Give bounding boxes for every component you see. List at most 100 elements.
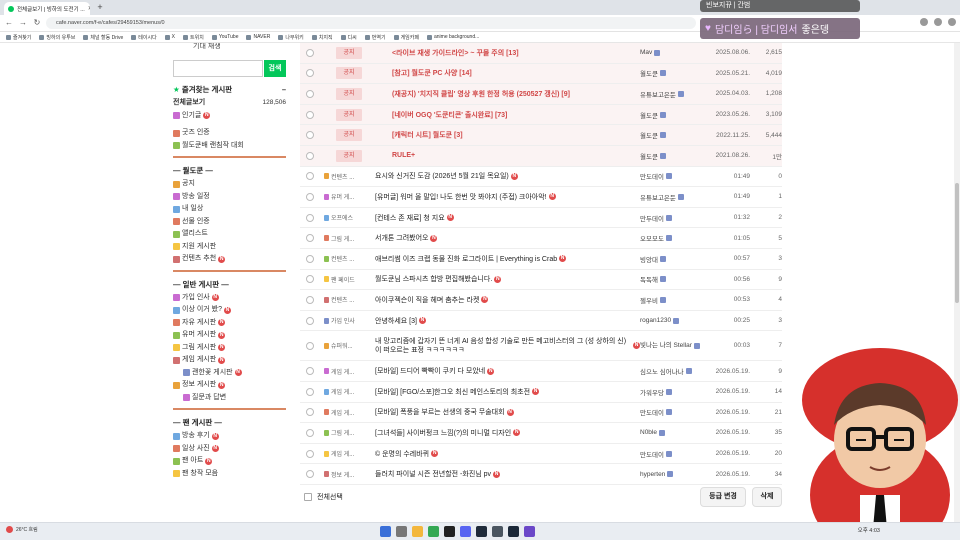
post-category[interactable]: 슈퍼워... [320,341,375,350]
notice-row[interactable]: 공지 RULE+ 월도쿤 2021.08.26. 1만 [300,146,782,167]
post-category[interactable]: 정보 게... [320,470,375,479]
row-radio[interactable] [306,69,314,78]
chrome-icon[interactable] [428,526,439,537]
sidebar-menu-item[interactable]: 공지 [173,178,286,191]
sidebar-menu-item[interactable]: 방송 일정 [173,191,286,204]
browser-tab[interactable]: 전체글보기 | 빙하의 도전기 ... ✕ [4,2,90,15]
bookmark-item[interactable]: 디씨 [340,34,357,41]
author[interactable]: 젤우비 [640,295,706,305]
row-radio[interactable] [306,254,314,263]
weather-widget[interactable]: 26°C 흐림 [6,526,38,533]
post-title[interactable]: [모바일] 드디어 빡빡이 쿠키 다 모았네 N [375,366,640,376]
bookmark-item[interactable]: X [164,34,175,40]
sidebar-menu-item[interactable]: 정보 게시판 N [173,379,286,392]
author[interactable]: Mav [640,49,706,56]
post-title-text[interactable]: 애브리썸 이즈 크랩 동물 진화 로그라이트 | Everything is C… [375,254,557,264]
sidebar-menu-item[interactable]: 앨리스트 [173,228,286,241]
sidebar-menu-item[interactable]: 그림 게시판 N [173,342,286,355]
row-select[interactable] [300,387,320,396]
notice-title[interactable]: RULE+ [375,152,640,159]
row-select[interactable] [300,48,320,57]
author[interactable]: 빙앙대 [640,254,706,264]
sidebar-menu-item[interactable]: 팬 창작 모음 [173,468,286,481]
post-category[interactable]: 컨텐츠 ... [320,254,375,263]
row-select[interactable] [300,295,320,304]
bookmark-item[interactable]: 치지직 [311,34,333,41]
row-radio[interactable] [306,295,314,304]
post-category[interactable]: 게임 게... [320,408,375,417]
author[interactable]: hyperten [640,471,706,478]
post-title-text[interactable]: [모바일] 드디어 빡빡이 쿠키 다 모았네 [375,366,485,376]
bookmark-item[interactable]: 나무위키 [278,34,304,41]
row-radio[interactable] [306,234,314,243]
post-title[interactable]: [컨테스 존 재료] 청 지요 N [375,213,640,223]
post-category[interactable]: 유머 게... [320,192,375,201]
steam-icon[interactable] [508,526,519,537]
post-title-text[interactable]: 요시와 신거진 도감 (2026년 5월 21일 목요일) [375,171,509,181]
obs-icon[interactable] [444,526,455,537]
post-title-text[interactable]: 안녕하세요 [3] [375,316,417,326]
sidebar-menu-item[interactable]: 팬 아트 N [173,455,286,468]
author[interactable]: 월도쿤 [640,68,706,78]
post-row[interactable]: 슈퍼워... 내 망고리즘에 갑자기 뜬 너게 AI 음성 합성 기술로 만든 메… [300,331,782,362]
search-icon[interactable] [396,526,407,537]
sidebar-menu-item[interactable]: 일상 사진 N [173,443,286,456]
notice-title[interactable]: [참고] 월도쿤 PC 사양 [14] [375,68,640,78]
row-select[interactable] [300,213,320,222]
notice-row[interactable]: 공지 [캐릭터 시트] 월도쿤 [3] 월도쿤 2022.11.25. 5,444 [300,125,782,146]
row-radio[interactable] [306,341,314,350]
row-radio[interactable] [306,172,314,181]
sidebar-menu-item[interactable]: 방송 후기 N [173,430,286,443]
author[interactable]: N0ble [640,429,706,436]
post-category[interactable]: 팬 페이드 [320,275,375,284]
row-select[interactable] [300,316,320,325]
post-title[interactable]: 들러치 파이널 시즌 전년할전 -화진님 pv N [375,469,640,479]
author[interactable]: 심으노 심어나나 [640,366,706,376]
row-select[interactable] [300,151,320,160]
post-title[interactable]: [유머글] 워머 올 말입! 나도 한번 맛 봐야지 (주접) 크아아악! N [375,192,640,202]
post-title-text[interactable]: 서개톤 그려봤어오 [375,233,428,243]
sidebar-menu-item[interactable]: 가입 인사 N [173,292,286,305]
author[interactable]: 유튜보고은둔 [640,192,706,202]
post-row[interactable]: 그림 게... [그녀석들] 사이버펑크 느낌(?)의 미니멀 디자인 N N0ble… [300,423,782,444]
post-title[interactable]: 월도쿤님 스파시츠 합방 편집해봤습니다. N [375,274,640,284]
post-title[interactable]: 안녕하세요 [3] N [375,316,640,326]
sidebar-menu-item[interactable]: 이상 이거 봤? N [173,304,286,317]
post-category[interactable]: 오프에스 [320,213,375,222]
post-title[interactable]: © 운명의 수레바퀴 N [375,449,640,459]
post-row[interactable]: 게임 게... © 운명의 수레바퀴 N 만도데이 2026.05.19. 20 [300,444,782,465]
forward-icon[interactable]: → [18,18,28,28]
row-radio[interactable] [306,192,314,201]
notice-row[interactable]: 공지 [네이버 OGQ '도쿤티콘' 출시완료] [73] 월도쿤 2023.05.2… [300,104,782,126]
row-radio[interactable] [306,89,314,98]
sidebar-menu-item[interactable]: 유머 게시판 N [173,329,286,342]
author[interactable]: rogan1230 [640,317,706,324]
sidebar-menu-item[interactable]: 월도쿤배 랜침작 대회 [173,140,286,153]
bookmark-item[interactable]: 테이시다 [131,34,157,41]
post-category[interactable]: 컨텐츠 ... [320,295,375,304]
post-category[interactable]: 그림 게... [320,234,375,243]
row-radio[interactable] [306,408,314,417]
row-select[interactable] [300,89,320,98]
notice-title[interactable]: [네이버 OGQ '도쿤티콘' 출시완료] [73] [375,110,640,120]
bookmark-item[interactable]: 즐겨찾기 [6,34,31,41]
post-title-text[interactable]: [모바일] 폭풍을 부르는 선생의 중국 무술대회 [375,407,505,417]
post-title-text[interactable]: 들러치 파이널 시즌 전년할전 -화진님 pv [375,469,491,479]
author[interactable]: 월도쿤 [640,151,706,161]
sidebar-menu-item[interactable]: 선물 인증 [173,216,286,229]
select-all[interactable]: 전체선택 [304,492,343,502]
post-row[interactable]: 오프에스 [컨테스 존 재료] 청 지요 N 만두데이 01:32 2 [300,208,782,229]
post-title[interactable]: 내 망고리즘에 갑자기 뜬 너게 AI 음성 합성 기술로 만든 메고비스터의 … [375,337,640,355]
post-category[interactable]: 게임 게... [320,387,375,396]
row-select[interactable] [300,131,320,140]
row-select[interactable] [300,470,320,479]
author[interactable]: 만도데이 [640,171,706,181]
bookmark-item[interactable]: 트위치 [183,34,204,41]
post-title-text[interactable]: © 운명의 수레바퀴 [375,449,429,459]
post-title[interactable]: 애브리썸 이즈 크랩 동물 진화 로그라이트 | Everything is C… [375,254,640,264]
row-select[interactable] [300,192,320,201]
notice-row[interactable]: 공지 [참고] 월도쿤 PC 사양 [14] 월도쿤 2025.05.21. 4,019 [300,63,782,85]
new-tab-button[interactable]: + [95,2,105,13]
refresh-icon[interactable]: ↻ [32,18,42,28]
row-select[interactable] [300,69,320,78]
